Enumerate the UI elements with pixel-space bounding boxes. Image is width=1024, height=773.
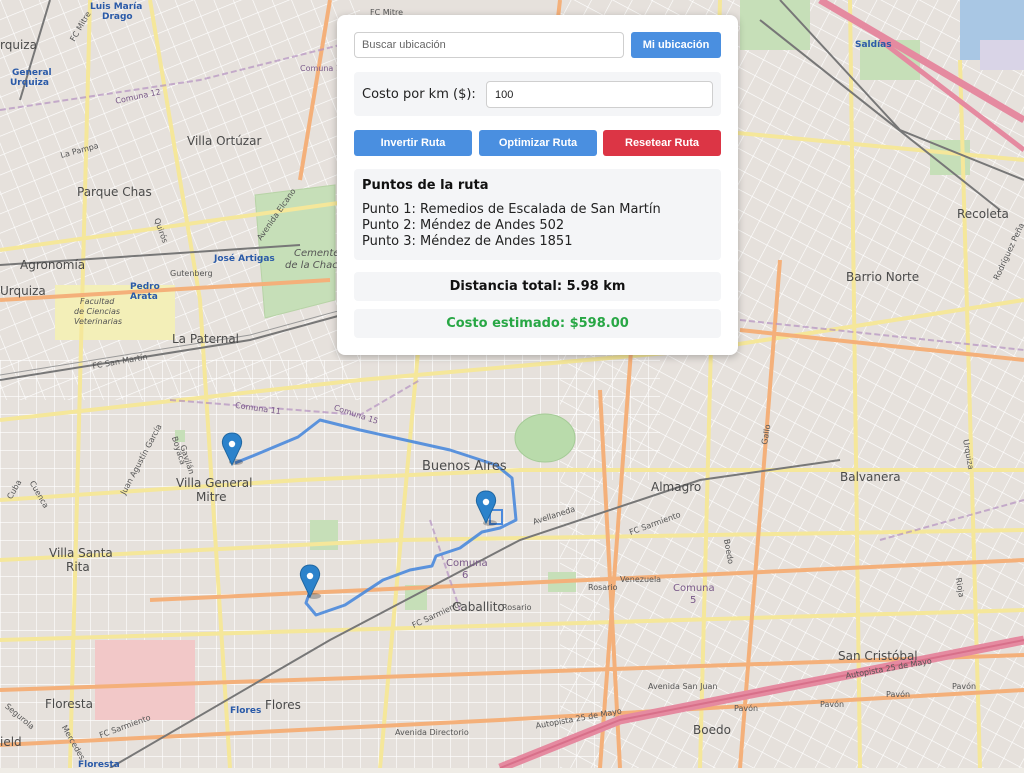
map-label-pavon-3: Pavón	[886, 690, 911, 699]
map-label-ield: ield	[0, 735, 22, 749]
map-label-pavon-2: Pavón	[820, 700, 845, 709]
total-distance: Distancia total: 5.98 km	[354, 272, 721, 301]
optimize-route-button[interactable]: Optimizar Ruta	[479, 130, 597, 156]
map-label-saldias: Saldías	[855, 40, 892, 50]
map-label-luis-maria-drago: Luis María	[90, 2, 143, 12]
cost-per-km-input[interactable]	[486, 81, 713, 108]
map-label-pavon-4: Pavón	[952, 682, 977, 691]
map-label-facultad-3: Veterinarias	[74, 317, 123, 326]
map-label-almagro: Almagro	[651, 480, 702, 494]
map-label-la-paternal: La Paternal	[172, 332, 240, 346]
map-label-rosario-2: Rosario	[588, 583, 618, 592]
cost-per-km-label: Costo por km ($):	[362, 87, 476, 102]
map-label-villa-santa-rita-2: Rita	[66, 560, 90, 574]
route-points-list: Punto 1: Remedios de Escalada de San Mar…	[362, 202, 661, 250]
map-label-facultad: Facultad	[80, 297, 115, 306]
map-label-parque-chas: Parque Chas	[77, 185, 152, 199]
map-label-comuna-6: Comuna	[446, 558, 488, 569]
cost-per-km-section: Costo por km ($):	[354, 72, 721, 116]
route-points-section: Puntos de la ruta Punto 1: Remedios de E…	[354, 169, 721, 260]
map-label-floresta-station: Floresta	[78, 760, 120, 770]
map-label-floresta: Floresta	[45, 697, 93, 711]
map-label-comuna-6-num: 6	[462, 570, 469, 581]
map-label-pedro-arata-2: Arata	[130, 292, 158, 302]
map-label-urquiza: Urquiza	[0, 284, 46, 298]
reset-route-button[interactable]: Resetear Ruta	[603, 130, 721, 156]
map-label-av-directorio: Avenida Directorio	[395, 728, 469, 737]
my-location-button[interactable]: Mi ubicación	[631, 32, 721, 58]
map-label-buenos-aires: Buenos Aires	[422, 459, 507, 474]
map-label-jose-artigas: José Artigas	[214, 254, 275, 264]
route-panel: Mi ubicación Costo por km ($): Invertir …	[337, 15, 738, 355]
map-label-general-urquiza: General	[12, 68, 52, 78]
search-input[interactable]	[354, 32, 624, 58]
estimated-cost: Costo estimado: $598.00	[354, 309, 721, 338]
map-label-balvanera: Balvanera	[840, 470, 901, 484]
map-label-pavon-1: Pavón	[734, 704, 759, 713]
map-label-pedro-arata: Pedro	[130, 282, 160, 292]
map-label-urquiza-top: rquiza	[0, 38, 37, 52]
map-label-comuna-5: Comuna	[673, 583, 715, 594]
route-point-item: Punto 3: Méndez de Andes 1851	[362, 234, 573, 249]
route-points-title: Puntos de la ruta	[362, 178, 489, 193]
map-label-gutenberg: Gutenberg	[170, 269, 213, 278]
map-label-villa-general-mitre: Villa General	[176, 476, 253, 490]
invert-route-button[interactable]: Invertir Ruta	[354, 130, 472, 156]
map-label-rosario-1: Rosario	[502, 603, 532, 612]
map-label-av-san-juan: Avenida San Juan	[648, 682, 718, 691]
map-label-barrio-norte: Barrio Norte	[846, 270, 920, 284]
map-label-villa-santa-rita: Villa Santa	[49, 546, 113, 560]
map-label-villa-general-mitre-2: Mitre	[196, 490, 227, 504]
map-label-general-urquiza-2: Urquiza	[10, 78, 49, 88]
map-label-comuna-5-num: 5	[690, 595, 697, 606]
map-label-venezuela: Venezuela	[620, 575, 662, 584]
map-label-agronomia: Agronomía	[20, 258, 86, 272]
map-label-facultad-2: de Ciencias	[74, 307, 121, 316]
map-label-luis-maria-drago-2: Drago	[102, 12, 133, 22]
map-label-boedo: Boedo	[693, 723, 731, 737]
route-point-item: Punto 1: Remedios de Escalada de San Mar…	[362, 202, 661, 217]
route-point-item: Punto 2: Méndez de Andes 502	[362, 218, 565, 233]
map-label-flores: Flores	[265, 698, 301, 712]
map-label-villa-ortuzar: Villa Ortúzar	[187, 134, 262, 148]
map-label-recoleta: Recoleta	[957, 207, 1009, 221]
map-label-flores-station: Flores	[230, 706, 262, 716]
